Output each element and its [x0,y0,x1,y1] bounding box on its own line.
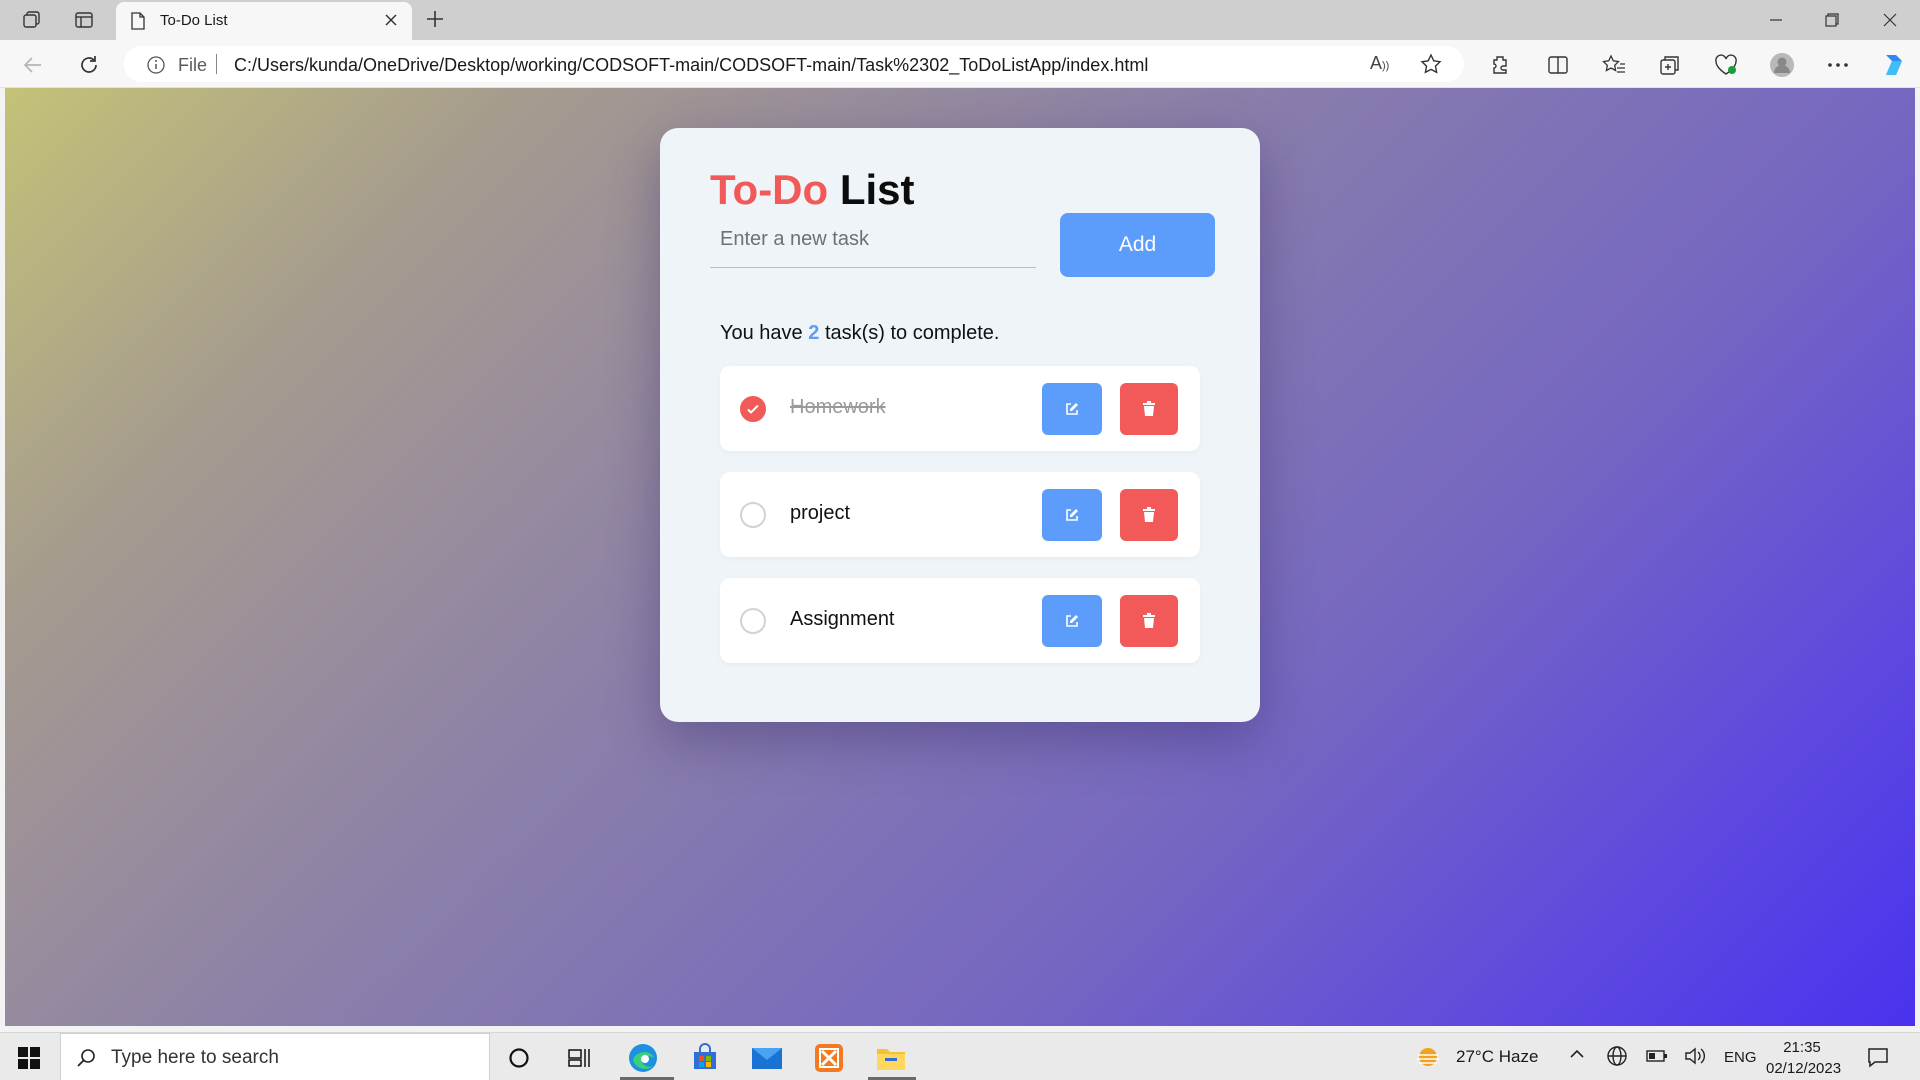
page-document-icon [130,12,146,35]
page-viewport: To-Do List Add You have 2 task(s) to com… [5,88,1915,1026]
task-item: Homework [720,366,1200,451]
cortana-icon[interactable] [502,1041,536,1075]
windows-start-icon[interactable] [18,1047,40,1074]
tab-actions-icon[interactable] [72,8,96,32]
task-text: project [790,502,851,524]
more-options-icon[interactable] [1824,51,1852,79]
edit-icon [1066,403,1078,415]
add-task-button[interactable]: Add [1060,213,1215,277]
trash-icon [1143,507,1155,522]
restore-icon[interactable] [1818,8,1846,32]
xampp-app-icon[interactable] [812,1041,846,1075]
edge-app-icon[interactable] [626,1041,660,1075]
back-arrow-icon[interactable] [20,52,46,78]
split-screen-icon[interactable] [1544,51,1572,79]
address-bar[interactable]: File C:/Users/kunda/OneDrive/Desktop/wor… [124,46,1464,82]
delete-task-button[interactable] [1120,595,1178,647]
file-explorer-icon[interactable] [874,1041,908,1075]
network-globe-icon[interactable] [1606,1045,1628,1072]
delete-task-button[interactable] [1120,489,1178,541]
task-count-line: You have 2 task(s) to complete. [720,322,999,345]
input-language[interactable]: ENG [1724,1049,1757,1066]
windows-taskbar: Type here to search 27°C Haze ENG 21:35 … [0,1032,1920,1080]
search-placeholder: Type here to search [111,1047,279,1068]
collections-icon[interactable] [1656,51,1684,79]
trash-icon [1143,613,1155,628]
taskbar-search-box[interactable]: Type here to search [60,1033,490,1080]
address-separator [216,54,217,74]
notifications-icon[interactable] [1866,1045,1890,1074]
battery-icon[interactable] [1646,1047,1668,1070]
clock-time: 21:35 [1783,1039,1821,1056]
task-checkbox[interactable] [740,608,766,634]
edit-icon [1066,509,1078,521]
app-title: To-Do List [710,166,915,214]
app-title-accent: To-Do [710,166,829,213]
store-app-icon[interactable] [688,1041,722,1075]
edit-task-button[interactable] [1042,383,1102,435]
todo-card: To-Do List Add You have 2 task(s) to com… [660,128,1260,722]
browser-toolbar: File C:/Users/kunda/OneDrive/Desktop/wor… [0,40,1920,88]
favorite-star-icon[interactable] [1420,53,1442,80]
tab-title: To-Do List [160,12,228,29]
close-tab-icon[interactable] [382,11,400,34]
favorites-icon[interactable] [1600,51,1628,79]
search-icon [75,1047,97,1074]
browser-tab-strip: To-Do List [0,0,1920,40]
system-clock[interactable]: 21:35 02/12/2023 [1766,1037,1842,1079]
weather-icon[interactable] [1414,1043,1442,1076]
clock-date: 02/12/2023 [1766,1060,1842,1077]
task-item: Assignment [720,578,1200,663]
task-checkbox[interactable] [740,396,766,422]
task-checkbox[interactable] [740,502,766,528]
mail-app-icon[interactable] [750,1041,784,1075]
checkmark-icon [747,404,759,414]
new-task-input[interactable] [710,212,1036,268]
weather-text[interactable]: 27°C Haze [1456,1047,1538,1067]
site-info-icon[interactable] [146,55,166,80]
delete-task-button[interactable] [1120,383,1178,435]
extensions-icon[interactable] [1486,51,1514,79]
new-tab-icon[interactable] [424,8,446,35]
edit-task-button[interactable] [1042,489,1102,541]
window-close-icon[interactable] [1876,8,1904,32]
read-aloud-icon[interactable]: A)) [1370,53,1389,74]
refresh-icon[interactable] [76,52,102,78]
task-view-icon[interactable] [562,1041,596,1075]
workspaces-icon[interactable] [20,8,44,32]
active-tab[interactable]: To-Do List [116,2,412,40]
show-hidden-icons-icon[interactable] [1568,1045,1586,1068]
minimize-icon[interactable] [1762,8,1790,32]
volume-icon[interactable] [1684,1045,1708,1072]
task-count: 2 [808,322,820,344]
count-prefix: You have [720,322,803,344]
profile-avatar[interactable] [1768,51,1796,79]
task-text: Assignment [790,608,895,630]
scheme-label: File [178,55,208,75]
copilot-icon[interactable] [1880,51,1908,79]
app-title-rest: List [839,166,915,213]
task-item: project [720,472,1200,557]
url-text[interactable]: C:/Users/kunda/OneDrive/Desktop/working/… [234,55,1148,76]
edit-task-button[interactable] [1042,595,1102,647]
edit-icon [1066,615,1078,627]
browser-essentials-icon[interactable] [1712,51,1740,79]
task-text: Homework [790,396,886,418]
trash-icon [1143,401,1155,416]
count-suffix: task(s) to complete. [824,322,1000,344]
